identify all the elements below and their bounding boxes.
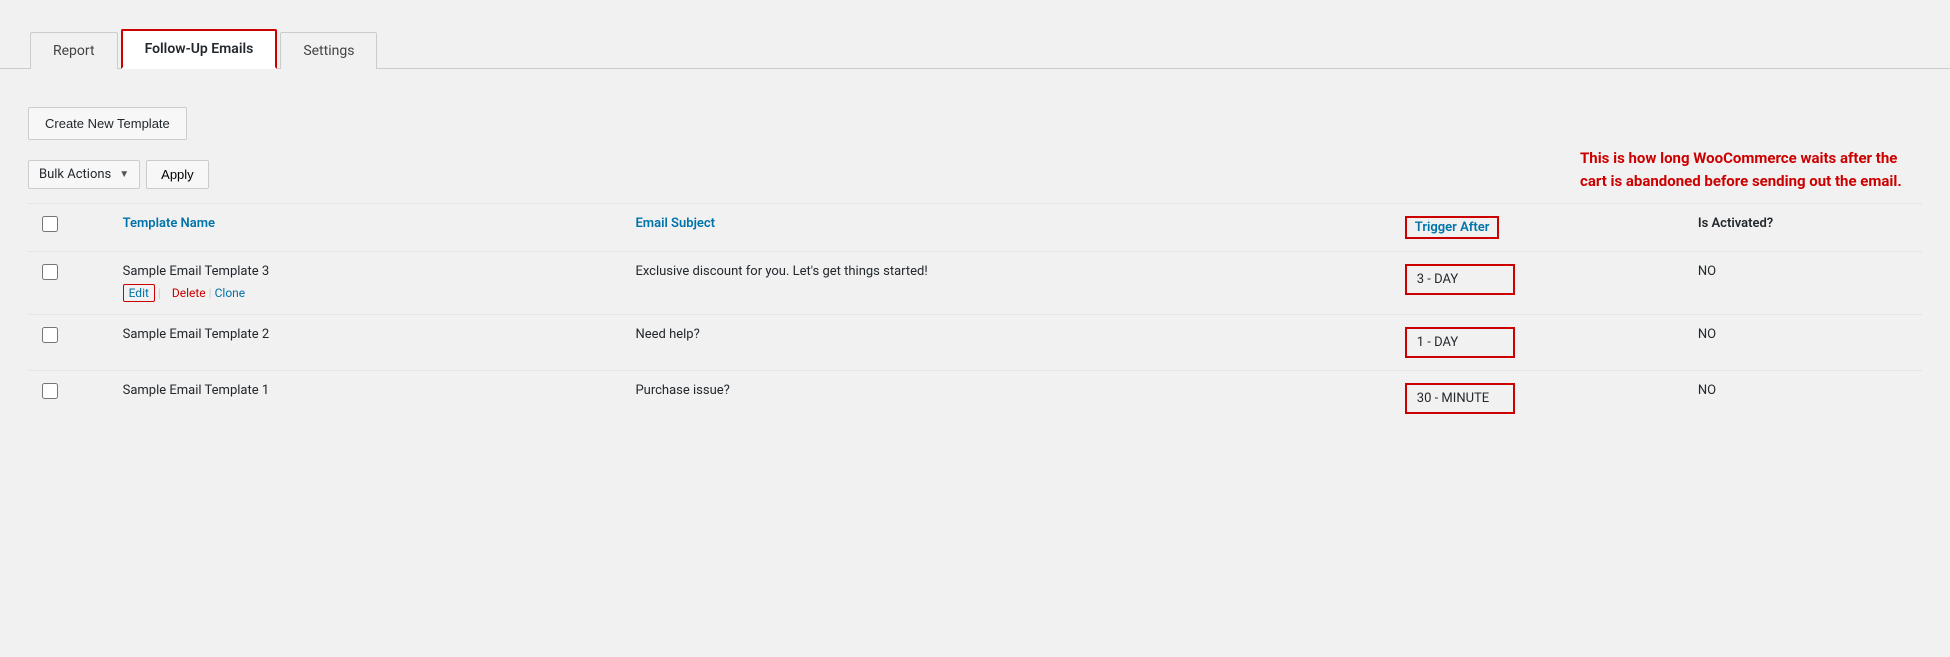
page-wrapper: Report Follow-Up Emails Settings Create … [0, 0, 1950, 657]
th-checkbox [28, 204, 109, 252]
row1-trigger-cell: 3 - DAY [1391, 252, 1684, 315]
annotation-text: This is how long WooCommerce waits after… [1580, 147, 1920, 192]
row3-trigger-value: 30 - MINUTE [1405, 383, 1515, 414]
table-row: Sample Email Template 1 Purchase issue? … [28, 371, 1922, 427]
row3-name-cell: Sample Email Template 1 [109, 371, 622, 427]
row1-trigger-value: 3 - DAY [1405, 264, 1515, 295]
th-is-activated: Is Activated? [1684, 204, 1922, 252]
row2-subject-cell: Need help? [621, 315, 1390, 371]
table-row: Sample Email Template 3 Edit | Delete | … [28, 252, 1922, 315]
row1-subject-cell: Exclusive discount for you. Let's get th… [621, 252, 1390, 315]
th-trigger-after: Trigger After [1391, 204, 1684, 252]
bulk-actions-select[interactable]: Bulk Actions ▼ [28, 160, 140, 189]
row3-trigger-cell: 30 - MINUTE [1391, 371, 1684, 427]
tab-follow-up-emails[interactable]: Follow-Up Emails [121, 29, 278, 69]
row1-delete-link[interactable]: Delete [172, 286, 206, 300]
row2-trigger-value: 1 - DAY [1405, 327, 1515, 358]
bulk-actions-arrow-icon: ▼ [119, 169, 129, 180]
row2-activated-cell: NO [1684, 315, 1922, 371]
row3-subject-cell: Purchase issue? [621, 371, 1390, 427]
row1-sep2: | [209, 286, 212, 300]
bulk-actions-label: Bulk Actions [39, 167, 111, 182]
row1-edit-link[interactable]: Edit [123, 284, 155, 302]
row1-sep1: | [158, 286, 161, 300]
th-template-name[interactable]: Template Name [109, 204, 622, 252]
table-row: Sample Email Template 2 Need help? 1 - D… [28, 315, 1922, 371]
row3-activated-cell: NO [1684, 371, 1922, 427]
row1-checkbox[interactable] [42, 264, 58, 280]
row3-checkbox[interactable] [42, 383, 58, 399]
tab-content: Create New Template Bulk Actions ▼ Apply… [0, 87, 1950, 462]
templates-table: Template Name Email Subject Trigger Afte… [28, 203, 1922, 426]
row3-checkbox-cell [28, 371, 109, 427]
row1-template-name: Sample Email Template 3 [123, 264, 608, 279]
row1-checkbox-cell [28, 252, 109, 315]
trigger-after-header-box: Trigger After [1405, 216, 1500, 239]
tab-settings[interactable]: Settings [280, 32, 377, 69]
row2-name-cell: Sample Email Template 2 [109, 315, 622, 371]
table-header-row: Template Name Email Subject Trigger Afte… [28, 204, 1922, 252]
annotation-callout: This is how long WooCommerce waits after… [1580, 147, 1920, 192]
row1-actions: Edit | Delete | Clone [123, 284, 608, 302]
row2-checkbox-cell [28, 315, 109, 371]
tabs-bar: Report Follow-Up Emails Settings [0, 10, 1950, 69]
tab-report[interactable]: Report [30, 32, 118, 69]
create-new-template-button[interactable]: Create New Template [28, 107, 187, 140]
row1-name-cell: Sample Email Template 3 Edit | Delete | … [109, 252, 622, 315]
th-email-subject[interactable]: Email Subject [621, 204, 1390, 252]
row2-trigger-cell: 1 - DAY [1391, 315, 1684, 371]
row1-clone-link[interactable]: Clone [215, 286, 246, 300]
row1-activated-cell: NO [1684, 252, 1922, 315]
select-all-checkbox[interactable] [42, 216, 58, 232]
row2-checkbox[interactable] [42, 327, 58, 343]
apply-button[interactable]: Apply [146, 160, 209, 189]
